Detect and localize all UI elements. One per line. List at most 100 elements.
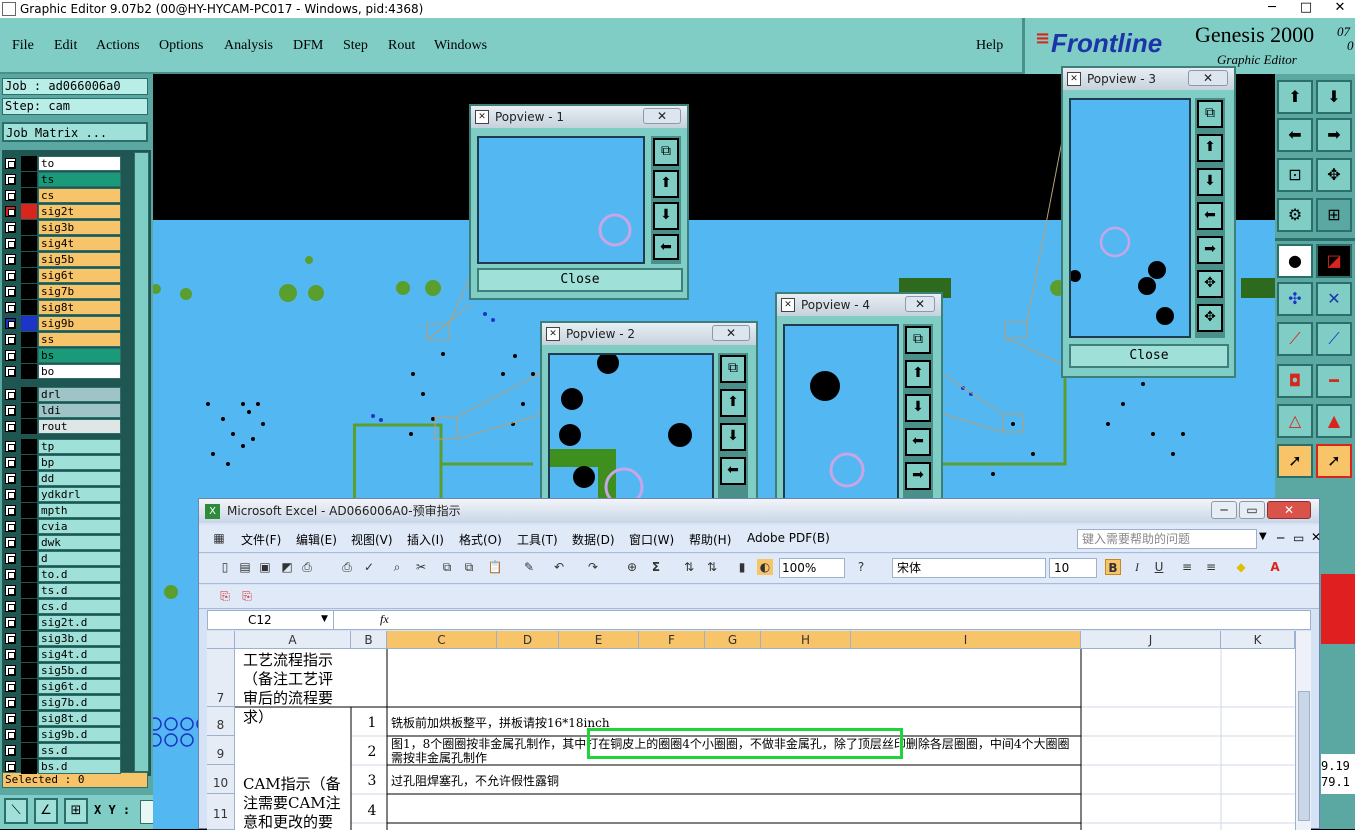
layer-name[interactable]: dd: [38, 471, 121, 486]
layer-checkbox[interactable]: [5, 729, 16, 740]
popview-3-close-button[interactable]: Close: [1069, 344, 1229, 368]
draw-line-icon[interactable]: ⟋: [1277, 322, 1313, 356]
layer-color-swatch[interactable]: [21, 583, 37, 598]
menu-help[interactable]: Help: [976, 38, 1003, 54]
triangle-icon[interactable]: △: [1277, 404, 1313, 438]
layer-checkbox[interactable]: [5, 649, 16, 660]
popview-2-window[interactable]: ✕ Popview - 2 ✕ ⧉ ⬆ ⬇ ⬅: [540, 321, 758, 507]
layer-name[interactable]: bs.d: [38, 759, 121, 774]
net-tool-icon[interactable]: ✣: [1277, 282, 1313, 316]
layer-color-swatch[interactable]: [21, 439, 37, 454]
layer-row-sig6t.d[interactable]: sig6t.d: [4, 679, 121, 694]
layer-row-ldi[interactable]: ldi: [4, 403, 121, 418]
layer-row-ts[interactable]: ts: [4, 172, 121, 187]
layer-checkbox[interactable]: [5, 238, 16, 249]
layer-checkbox[interactable]: [5, 489, 16, 500]
column-header[interactable]: I: [851, 631, 1081, 649]
layer-name[interactable]: to: [38, 156, 121, 171]
vertical-scrollbar[interactable]: [1295, 631, 1311, 830]
layer-color-swatch[interactable]: [21, 471, 37, 486]
layer-color-swatch[interactable]: [21, 419, 37, 434]
row-header[interactable]: 7: [207, 649, 235, 707]
align-left-icon[interactable]: ≡: [1179, 559, 1195, 575]
layer-color-swatch[interactable]: [21, 252, 37, 267]
popview-2-close-x[interactable]: ✕: [712, 325, 750, 341]
layer-row-sig7b[interactable]: sig7b: [4, 284, 121, 299]
grid-icon[interactable]: ⊞: [1316, 198, 1352, 232]
menu-dfm[interactable]: DFM: [293, 38, 323, 54]
layer-row-drl[interactable]: drl: [4, 387, 121, 402]
sort-desc-icon[interactable]: ⇅: [704, 559, 720, 575]
excel-menu-file[interactable]: 文件(F): [241, 531, 281, 548]
help-icon[interactable]: ?: [853, 559, 869, 575]
layer-name[interactable]: ss.d: [38, 743, 121, 758]
pan-down-icon[interactable]: ⬇: [1197, 168, 1223, 196]
layer-checkbox[interactable]: [5, 421, 16, 432]
layer-color-swatch[interactable]: [21, 284, 37, 299]
cell-c10[interactable]: 过孔阻焊塞孔，不允许假性露铜: [391, 773, 1071, 789]
layer-checkbox[interactable]: [5, 158, 16, 169]
layer-name[interactable]: tp: [38, 439, 121, 454]
layer-color-swatch[interactable]: [21, 599, 37, 614]
layer-checkbox[interactable]: [5, 190, 16, 201]
layer-color-swatch[interactable]: [21, 156, 37, 171]
menu-edit[interactable]: Edit: [54, 38, 77, 54]
permission-icon[interactable]: ◩: [279, 559, 295, 575]
column-header[interactable]: E: [559, 631, 639, 649]
layer-row-bs[interactable]: bs: [4, 348, 121, 363]
layer-row-mpth[interactable]: mpth: [4, 503, 121, 518]
layer-name[interactable]: sig2t: [38, 204, 121, 219]
layer-checkbox[interactable]: [5, 601, 16, 612]
layer-scrollbar[interactable]: [134, 152, 149, 772]
pan-right-icon[interactable]: ➡: [1197, 236, 1223, 264]
layer-color-swatch[interactable]: [21, 220, 37, 235]
pan-right-icon[interactable]: ➡: [905, 462, 931, 490]
layer-color-swatch[interactable]: [21, 236, 37, 251]
new-icon[interactable]: ▯: [217, 559, 233, 575]
print-preview-icon[interactable]: ⎙: [339, 559, 355, 575]
maximize-button[interactable]: □: [1289, 0, 1323, 18]
cell-b10[interactable]: 3: [357, 773, 387, 789]
column-header[interactable]: B: [351, 631, 387, 649]
layer-color-swatch[interactable]: [21, 695, 37, 710]
menu-windows[interactable]: Windows: [434, 38, 487, 54]
layer-name[interactable]: ts: [38, 172, 121, 187]
bold-button[interactable]: B: [1105, 559, 1121, 575]
pan-up-icon[interactable]: ⬆: [905, 360, 931, 388]
zoom-select[interactable]: 100%: [779, 558, 845, 578]
sort-asc-icon[interactable]: ⇅: [681, 559, 697, 575]
zoom-fit-icon[interactable]: ⧉: [653, 138, 679, 166]
layer-row-bo[interactable]: bo: [4, 364, 121, 379]
font-select[interactable]: 宋体: [892, 558, 1046, 578]
layer-color-swatch[interactable]: [21, 567, 37, 582]
excel-menu-edit[interactable]: 编辑(E): [296, 531, 337, 548]
layer-checkbox[interactable]: [5, 174, 16, 185]
measure-icon[interactable]: ∠: [34, 798, 58, 824]
open-icon[interactable]: ▤: [237, 559, 253, 575]
layer-name[interactable]: cs: [38, 188, 121, 203]
layer-checkbox[interactable]: [5, 334, 16, 345]
layer-checkbox[interactable]: [5, 521, 16, 532]
close-button[interactable]: ✕: [1323, 0, 1355, 18]
layer-checkbox[interactable]: [5, 318, 16, 329]
pan-down-icon[interactable]: ⬇: [1316, 80, 1352, 114]
font-size-select[interactable]: 10: [1049, 558, 1097, 578]
pan-right-icon[interactable]: ➡: [1316, 118, 1352, 152]
column-header[interactable]: C: [387, 631, 497, 649]
font-color-icon[interactable]: A: [1267, 559, 1283, 575]
pan-left-icon[interactable]: ⬅: [653, 234, 679, 260]
layer-checkbox[interactable]: [5, 585, 16, 596]
popview-1-window[interactable]: ✕ Popview - 1 ✕ ⧉ ⬆ ⬇ ⬅ Close: [469, 104, 689, 300]
layer-color-swatch[interactable]: [21, 204, 37, 219]
scroll-thumb[interactable]: [1298, 691, 1310, 821]
column-header[interactable]: G: [705, 631, 761, 649]
layer-checkbox[interactable]: [5, 206, 16, 217]
layer-checkbox[interactable]: [5, 389, 16, 400]
layer-name[interactable]: ydkdrl: [38, 487, 121, 502]
column-header[interactable]: F: [639, 631, 705, 649]
layer-checkbox[interactable]: [5, 633, 16, 644]
zoom-home-icon[interactable]: ⊡: [1277, 158, 1313, 192]
popview-4-view[interactable]: [783, 324, 899, 502]
layer-row-tp[interactable]: tp: [4, 439, 121, 454]
layer-row-to[interactable]: to: [4, 156, 121, 171]
